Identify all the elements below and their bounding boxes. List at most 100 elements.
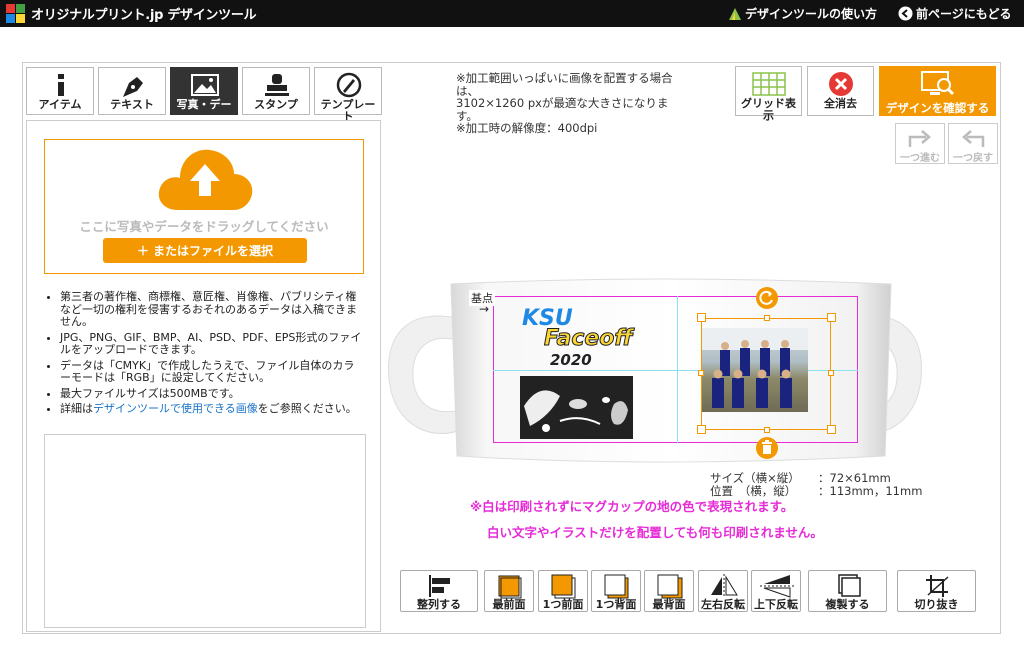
undo-label: 一つ戻す <box>953 153 993 164</box>
tab-stamp[interactable]: スタンプ <box>242 67 310 115</box>
flip-vertical-button[interactable]: 上下反転 <box>751 570 801 612</box>
bw-sticker-image[interactable] <box>520 376 633 439</box>
resize-handle-tl[interactable] <box>697 313 706 322</box>
white-print-warning-1: ※白は印刷されずにマグカップの地の色で表現されます。 <box>470 499 794 514</box>
mug-canvas[interactable]: 基点 → KSU Faceoff 2020 <box>385 278 925 468</box>
grid-button-label: グリッド表示 <box>741 97 796 122</box>
tab-stamp-label: スタンプ <box>254 98 298 111</box>
back-circle-icon <box>898 6 913 21</box>
select-file-button[interactable]: ＋ またはファイルを選択 <box>103 238 307 263</box>
ksu-logo-element[interactable]: KSU Faceoff 2020 <box>518 306 648 374</box>
note-details-prefix: 詳細は <box>60 402 93 415</box>
back-link[interactable]: 前ページにもどる <box>898 4 1012 23</box>
send-backward-icon <box>604 574 629 599</box>
confirm-design-button[interactable]: デザインを確認する <box>879 66 996 116</box>
tab-item[interactable]: アイテム <box>26 67 94 115</box>
info-line-2: 3102×1260 pxが最適な大きさになります。 <box>456 96 669 123</box>
bring-forward-button[interactable]: 1つ前面 <box>538 570 588 612</box>
cloud-upload-icon <box>158 149 253 210</box>
flip-vertical-label: 上下反転 <box>754 598 798 611</box>
help-link[interactable]: デザインツールの使い方 <box>728 4 877 23</box>
help-link-label: デザインツールの使い方 <box>745 7 878 21</box>
image-icon <box>191 74 219 96</box>
resize-handle-tr[interactable] <box>827 313 836 322</box>
bring-forward-label: 1つ前面 <box>542 598 584 611</box>
rotate-icon <box>759 290 773 305</box>
tab-photo[interactable]: 写真・デー <box>170 67 238 115</box>
logo-year: 2020 <box>550 351 592 369</box>
note-formats: JPG、PNG、GIF、BMP、AI、PSD、PDF、EPS形式のファイルをアッ… <box>60 331 364 357</box>
template-icon <box>336 72 362 98</box>
duplicate-button[interactable]: 複製する <box>808 570 887 612</box>
tab-photo-label: 写真・デー <box>176 98 232 111</box>
plus-icon: ＋ <box>136 244 149 258</box>
back-link-label: 前ページにもどる <box>916 7 1012 21</box>
grid-button[interactable]: グリッド表示 <box>735 66 802 122</box>
note-details: 詳細はデザインツールで使用できる画像をご参照ください。 <box>60 402 364 416</box>
undo-icon <box>962 130 985 147</box>
align-button[interactable]: 整列する <box>400 570 478 612</box>
flip-horizontal-button[interactable]: 左右反転 <box>698 570 748 612</box>
app-logo[interactable]: オリジナルプリント.jp デザインツール <box>6 3 257 24</box>
redo-button[interactable]: 一つ進む <box>895 123 945 164</box>
confirm-design-label: デザインを確認する <box>885 101 990 115</box>
pen-icon <box>123 77 143 97</box>
send-backward-button[interactable]: 1つ背面 <box>591 570 641 612</box>
tab-text-label: テキスト <box>110 98 154 111</box>
note-details-suffix: をご参照ください。 <box>257 402 357 415</box>
send-back-icon <box>657 574 683 599</box>
info-icon <box>58 74 64 96</box>
align-label: 整列する <box>417 598 461 611</box>
resize-handle-top[interactable] <box>764 315 770 321</box>
delete-handle[interactable] <box>756 437 778 459</box>
resize-handle-right[interactable] <box>828 370 834 376</box>
tab-template[interactable]: テンプレー ト <box>314 67 382 123</box>
logo-text: オリジナルプリント.jp デザインツール <box>31 8 257 23</box>
bring-front-label: 最前面 <box>492 598 526 611</box>
monitor-search-icon <box>920 71 954 96</box>
flip-horizontal-label: 左右反転 <box>701 598 745 611</box>
drop-instruction: ここに写真やデータをドラッグしてください <box>79 219 329 234</box>
tab-text[interactable]: テキスト <box>98 67 166 115</box>
info-line-3: ※加工時の解像度：400dpi <box>456 121 598 135</box>
bw-sticker-graphic <box>520 376 633 439</box>
selected-photo-frame[interactable] <box>701 318 831 430</box>
resize-handle-bottom[interactable] <box>764 427 770 433</box>
resize-handle-br[interactable] <box>827 425 836 434</box>
resize-handle-left[interactable] <box>698 370 704 376</box>
logo-cube-icon <box>6 3 26 24</box>
redo-label: 一つ進む <box>900 153 940 164</box>
redo-icon <box>908 130 931 147</box>
uploaded-images-list[interactable] <box>44 434 366 628</box>
origin-arrow-icon: → <box>479 302 490 316</box>
align-icon <box>429 575 450 597</box>
bring-front-button[interactable]: 最前面 <box>484 570 534 612</box>
tab-item-label: アイテム <box>38 98 82 111</box>
crop-icon <box>926 575 949 597</box>
app-header: オリジナルプリント.jp デザインツール デザインツールの使い方 前ページにもど… <box>0 0 1024 27</box>
send-back-button[interactable]: 最背面 <box>644 570 694 612</box>
note-copyright: 第三者の著作権、商標権、意匠権、肖像権、パブリシティ権など一切の権利を侵害するお… <box>60 290 364 329</box>
position-value: ：113mm，11mm <box>818 484 923 498</box>
usable-images-link[interactable]: デザインツールで使用できる画像 <box>93 402 258 415</box>
flip-horizontal-icon <box>711 574 738 598</box>
duplicate-icon <box>838 574 861 597</box>
send-back-label: 最背面 <box>652 598 686 611</box>
upload-drop-zone[interactable]: ここに写真やデータをドラッグしてください ＋ またはファイルを選択 <box>44 139 364 274</box>
leaf-icon <box>729 7 741 20</box>
crop-label: 切り抜き <box>914 598 959 611</box>
rotate-handle[interactable] <box>756 287 778 309</box>
clear-x-icon <box>828 72 853 96</box>
clear-all-button[interactable]: 全消去 <box>807 66 874 116</box>
undo-button[interactable]: 一つ戻す <box>948 123 998 164</box>
bring-forward-icon <box>551 574 576 599</box>
resize-handle-bl[interactable] <box>697 425 706 434</box>
team-photo <box>702 328 808 412</box>
bring-front-icon <box>498 575 522 599</box>
crop-button[interactable]: 切り抜き <box>897 570 976 612</box>
grid-icon <box>751 72 786 96</box>
stamp-icon <box>265 74 289 96</box>
trash-icon <box>762 440 772 454</box>
logo-line-2: Faceoff <box>544 326 634 352</box>
note-colormode: データは「CMYK」で作成したうえで、ファイル自体のカラーモードは「RGB」に設… <box>60 359 364 385</box>
